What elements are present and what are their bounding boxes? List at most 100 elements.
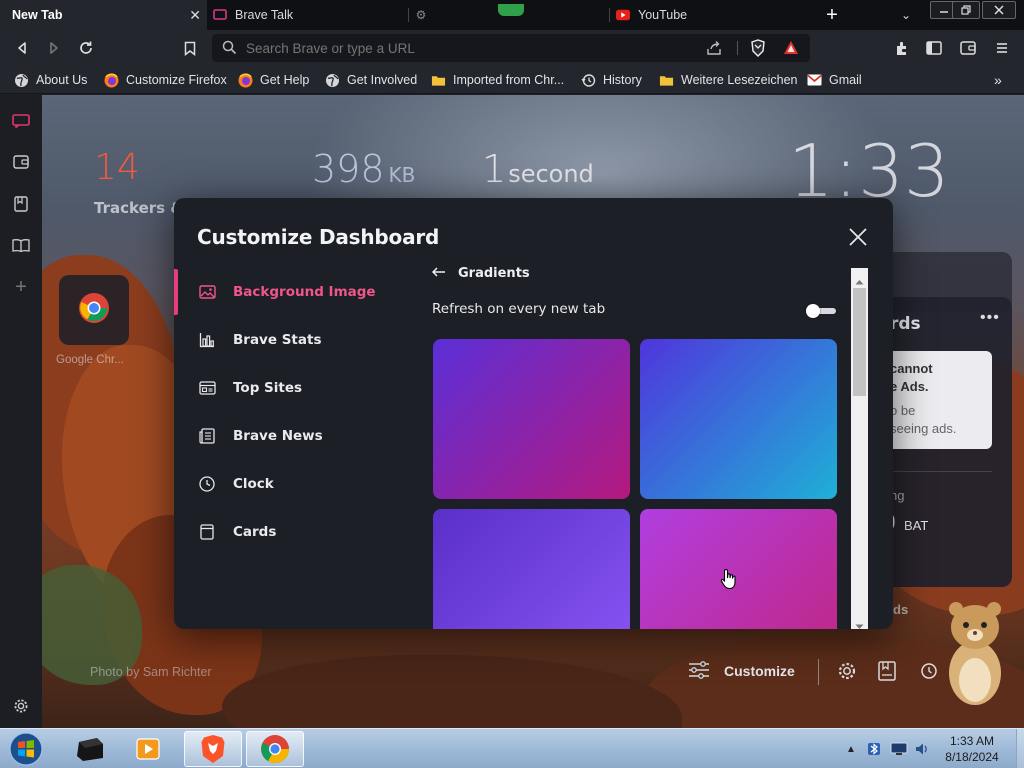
tab-divider xyxy=(609,8,610,22)
url-input[interactable] xyxy=(246,34,686,62)
nav-top-sites[interactable]: Top Sites xyxy=(174,365,409,411)
brave-taskbar-button[interactable] xyxy=(184,731,242,767)
nav-label: Clock xyxy=(233,476,274,492)
sidebar-settings-gear-icon[interactable] xyxy=(11,696,31,716)
show-hidden-icons-icon[interactable]: ▲ xyxy=(844,731,858,767)
bookmark-history[interactable]: History xyxy=(581,71,642,89)
bluetooth-tray-icon[interactable] xyxy=(864,731,884,767)
bookmark-label: Get Involved xyxy=(347,73,418,87)
tray-date: 8/18/2024 xyxy=(945,750,999,764)
gradient-option[interactable] xyxy=(433,509,630,629)
bottom-divider xyxy=(818,659,819,685)
rewards-notice: cannot e Ads. o be seeing ads. xyxy=(880,351,992,449)
bookmark-gmail[interactable]: Gmail xyxy=(807,71,862,89)
tab-loading[interactable]: ⚙ xyxy=(414,0,609,30)
reload-icon[interactable] xyxy=(76,38,96,58)
address-bar[interactable] xyxy=(212,34,810,62)
bookmarks-sidebar-icon[interactable] xyxy=(11,194,31,214)
dialog-title: Customize Dashboard xyxy=(197,225,440,249)
bookmark-get-help[interactable]: Get Help xyxy=(238,71,309,89)
media-player-icon[interactable] xyxy=(128,731,168,767)
brave-shields-icon[interactable] xyxy=(750,39,766,62)
history-bottom-icon[interactable] xyxy=(918,661,938,686)
bookmark-label: About Us xyxy=(36,73,88,87)
bookmark-get-involved[interactable]: Get Involved xyxy=(325,71,417,89)
tab-divider xyxy=(408,8,409,22)
clock-icon xyxy=(198,475,216,493)
wallet-icon[interactable] xyxy=(958,38,978,58)
share-icon[interactable] xyxy=(706,40,722,61)
tab-new-tab[interactable]: New Tab ✕ xyxy=(0,0,207,30)
forward-icon[interactable] xyxy=(44,38,64,58)
bookmark-customize-firefox[interactable]: Customize Firefox xyxy=(104,71,227,89)
folder-icon xyxy=(659,73,674,88)
gradients-back-button[interactable]: Gradients xyxy=(431,266,530,281)
show-desktop-button[interactable] xyxy=(1016,729,1024,768)
extensions-icon[interactable] xyxy=(892,38,912,58)
bookmark-about-us[interactable]: About Us xyxy=(14,71,87,89)
nav-background-image[interactable]: Background Image xyxy=(174,269,409,315)
bandwidth-unit: KB xyxy=(388,163,416,187)
gradient-option[interactable] xyxy=(433,339,630,499)
rewards-notice-line: o be xyxy=(890,403,916,418)
time-saved-value: 1 xyxy=(482,147,507,191)
taskbar-app-icon[interactable] xyxy=(70,731,110,767)
firefox-icon xyxy=(104,73,119,88)
refresh-toggle[interactable] xyxy=(806,304,836,318)
add-sidebar-item-icon[interactable]: + xyxy=(11,276,31,298)
close-window-button[interactable] xyxy=(982,1,1016,19)
rewards-notice-line: e Ads. xyxy=(890,379,929,394)
scrollbar-thumb[interactable] xyxy=(853,288,866,396)
chrome-taskbar-button[interactable] xyxy=(246,731,304,767)
tab-strip: New Tab ✕ Brave Talk ⚙ YouTube + ⌄ xyxy=(0,0,1024,30)
tab-youtube[interactable]: YouTube xyxy=(616,0,811,30)
bandwidth-stat: 398 KB xyxy=(312,147,415,191)
customize-label: Customize xyxy=(724,663,795,679)
restore-button[interactable] xyxy=(952,1,980,19)
close-dialog-icon[interactable] xyxy=(846,225,870,249)
nav-label: Cards xyxy=(233,524,277,540)
settings-gear-icon[interactable] xyxy=(837,661,857,686)
close-tab-icon[interactable]: ✕ xyxy=(189,7,201,24)
new-tab-plus-icon[interactable]: + xyxy=(822,4,842,26)
tab-list-chevron-icon[interactable]: ⌄ xyxy=(896,5,916,25)
bookmark-label: Imported from Chr... xyxy=(453,73,565,87)
nav-clock[interactable]: Clock xyxy=(174,461,409,507)
tab-brave-talk[interactable]: Brave Talk xyxy=(213,0,408,30)
tab-indicator-icon xyxy=(498,4,524,16)
nav-cards[interactable]: Cards xyxy=(174,509,409,555)
tray-clock[interactable]: 1:33 AM 8/18/2024 xyxy=(932,733,1012,765)
cards-icon xyxy=(198,523,216,541)
dialog-scrollbar[interactable] xyxy=(851,268,868,629)
brave-talk-sidebar-icon[interactable] xyxy=(11,111,31,131)
bookmark-label: Get Help xyxy=(260,73,310,87)
customize-button[interactable]: Customize xyxy=(688,657,795,685)
start-button[interactable] xyxy=(4,731,48,767)
volume-tray-icon[interactable] xyxy=(912,731,932,767)
more-bookmarks-chevron-icon[interactable]: » xyxy=(994,71,1002,89)
bookmarks-manager-icon[interactable] xyxy=(878,661,896,686)
wallet-sidebar-icon[interactable] xyxy=(11,152,31,172)
brave-rewards-icon[interactable] xyxy=(783,40,799,60)
gradient-option[interactable] xyxy=(640,339,837,499)
bookmark-icon[interactable] xyxy=(180,38,200,58)
menu-icon[interactable] xyxy=(992,38,1012,58)
nav-brave-news[interactable]: Brave News xyxy=(174,413,409,459)
photo-credit[interactable]: Photo by Sam Richter xyxy=(90,665,212,679)
bookmark-label: Weitere Lesezeichen xyxy=(681,73,798,87)
more-options-icon[interactable]: ••• xyxy=(980,309,1000,327)
reading-list-sidebar-icon[interactable] xyxy=(11,235,31,255)
back-arrow-icon xyxy=(431,266,446,281)
gradient-option[interactable] xyxy=(640,509,837,629)
rewards-card-title: rds xyxy=(890,314,921,334)
top-site-tile[interactable] xyxy=(59,275,129,345)
sidebar-toggle-icon[interactable] xyxy=(924,38,944,58)
nav-brave-stats[interactable]: Brave Stats xyxy=(174,317,409,363)
network-tray-icon[interactable] xyxy=(888,731,910,767)
search-icon xyxy=(222,40,237,60)
scroll-down-icon[interactable] xyxy=(855,617,864,629)
bookmark-folder-weitere[interactable]: Weitere Lesezeichen xyxy=(659,71,798,89)
rewards-notice-line: cannot xyxy=(890,361,933,376)
bookmark-folder-imported[interactable]: Imported from Chr... xyxy=(431,71,564,89)
back-icon[interactable] xyxy=(12,38,32,58)
